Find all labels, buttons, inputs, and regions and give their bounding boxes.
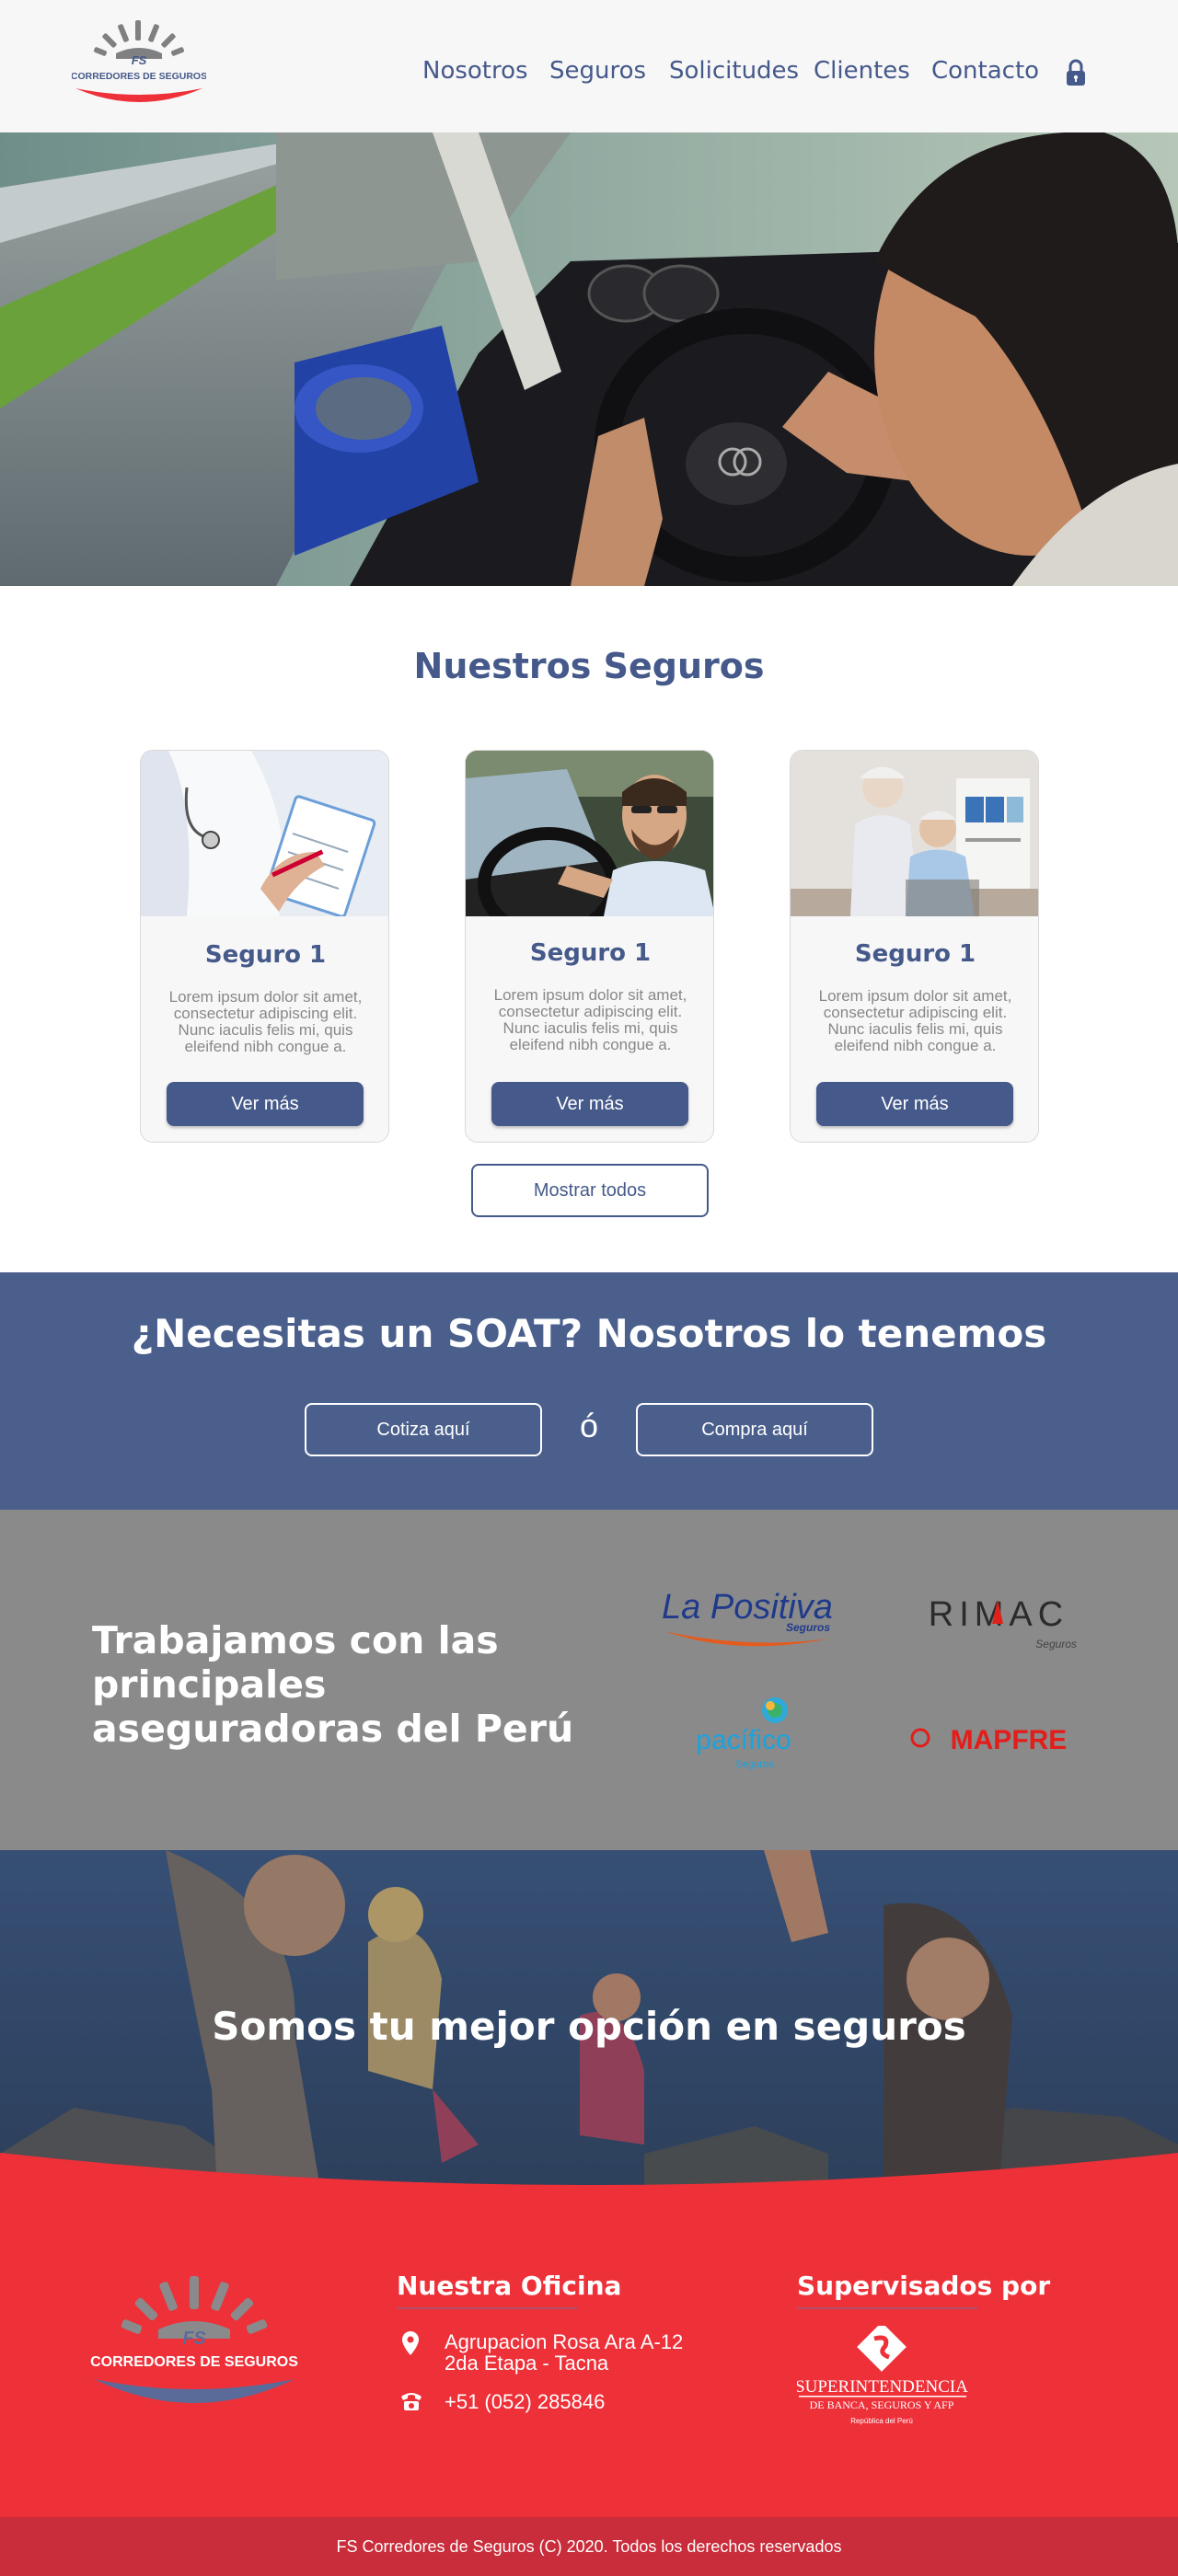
svg-text:Seguros: Seguros (1035, 1638, 1077, 1650)
family-title: Somos tu mejor opción en seguros (212, 2004, 966, 2049)
main-nav: Nosotros Seguros Solicitudes Clientes Co… (0, 0, 1178, 132)
phone-icon (401, 2393, 422, 2410)
insurance-card: Seguro 1 Lorem ipsum dolor sit amet, con… (790, 750, 1039, 1143)
insurance-card: Seguro 1 Lorem ipsum dolor sit amet, con… (465, 750, 714, 1143)
quote-button[interactable]: Cotiza aquí (305, 1403, 542, 1456)
soat-title: ¿Necesitas un SOAT? Nosotros lo tenemos (131, 1311, 1047, 1356)
insurance-card: Seguro 1 Lorem ipsum dolor sit amet, con… (140, 750, 389, 1143)
phone-number: +51 (052) 285846 (445, 2390, 606, 2413)
nav-contacto[interactable]: Contacto (931, 57, 1039, 85)
ver-mas-button[interactable]: Ver más (816, 1082, 1013, 1126)
svg-text:pacífico: pacífico (696, 1725, 791, 1755)
footer-fs-logo[interactable]: FS CORREDORES DE SEGUROS (90, 2271, 298, 2421)
card-title: Seguro 1 (204, 941, 327, 969)
svg-text:MAPFRE: MAPFRE (951, 1725, 1068, 1755)
seguros-title: Nuestros Seguros (413, 646, 765, 686)
show-all-button[interactable]: Mostrar todos (471, 1164, 709, 1217)
card-description: Lorem ipsum dolor sit amet, consectetur … (818, 987, 1012, 1054)
elderly-couple-image (791, 751, 1038, 916)
insurers-title: Trabajamos con las principales asegurado… (92, 1618, 574, 1751)
svg-text:CORREDORES DE SEGUROS: CORREDORES DE SEGUROS (90, 2354, 298, 2370)
svg-text:SUPERINTENDENCIA: SUPERINTENDENCIA (797, 2377, 968, 2397)
svg-text:DE BANCA, SEGUROS Y AFP: DE BANCA, SEGUROS Y AFP (810, 2398, 954, 2411)
svg-text:República del Perú: República del Perú (850, 2417, 913, 2425)
buy-button[interactable]: Compra aquí (636, 1403, 873, 1456)
card-description: Lorem ipsum dolor sit amet, consectetur … (168, 988, 363, 1055)
nav-solicitudes[interactable]: Solicitudes (669, 57, 799, 85)
supervised-divider (797, 2307, 977, 2309)
svg-text:Seguros: Seguros (786, 1621, 830, 1634)
rimac-logo[interactable]: RIMAC Seguros (911, 1591, 1086, 1655)
soat-banner: ¿Necesitas un SOAT? Nosotros lo tenemos … (0, 1272, 1178, 1510)
address-line-1: Agrupacion Rosa Ara A-12 (445, 2330, 684, 2353)
svg-text:FS: FS (182, 2329, 206, 2349)
or-text: ó (579, 1407, 599, 1444)
supervised-title: Supervisados por (797, 2271, 1051, 2301)
pacifico-logo[interactable]: pacífico Seguros (690, 1696, 801, 1778)
nav-seguros[interactable]: Seguros (549, 57, 646, 85)
ver-mas-button[interactable]: Ver más (167, 1082, 364, 1126)
card-description: Lorem ipsum dolor sit amet, consectetur … (493, 986, 687, 1053)
hero-image (0, 132, 1178, 586)
office-divider (397, 2307, 577, 2309)
ver-mas-button[interactable]: Ver más (491, 1082, 688, 1126)
location-pin-icon (402, 2331, 419, 2355)
card-title: Seguro 1 (854, 940, 976, 968)
nav-clientes[interactable]: Clientes (814, 57, 910, 85)
nav-nosotros[interactable]: Nosotros (422, 57, 528, 85)
copyright-bar: FS Corredores de Seguros (C) 2020. Todos… (0, 2517, 1178, 2576)
lock-icon[interactable] (1065, 59, 1087, 86)
svg-text:Seguros: Seguros (736, 1759, 774, 1770)
sbs-logo[interactable]: SUPERINTENDENCIA DE BANCA, SEGUROS Y AFP… (797, 2326, 972, 2432)
card-title: Seguro 1 (529, 939, 652, 967)
la-positiva-logo[interactable]: La Positiva Seguros (655, 1585, 839, 1659)
site-header: FS CORREDORES DE SEGUROS Nosotros Seguro… (0, 0, 1178, 132)
address-line-2: 2da Etapa - Tacna (445, 2352, 609, 2375)
doctor-image (141, 751, 388, 916)
office-title: Nuestra Oficina (397, 2271, 622, 2301)
insurers-section: Trabajamos con las principales asegurado… (0, 1510, 1178, 1850)
driver-image (466, 751, 713, 916)
mapfre-logo[interactable]: MAPFRE (907, 1719, 1084, 1756)
